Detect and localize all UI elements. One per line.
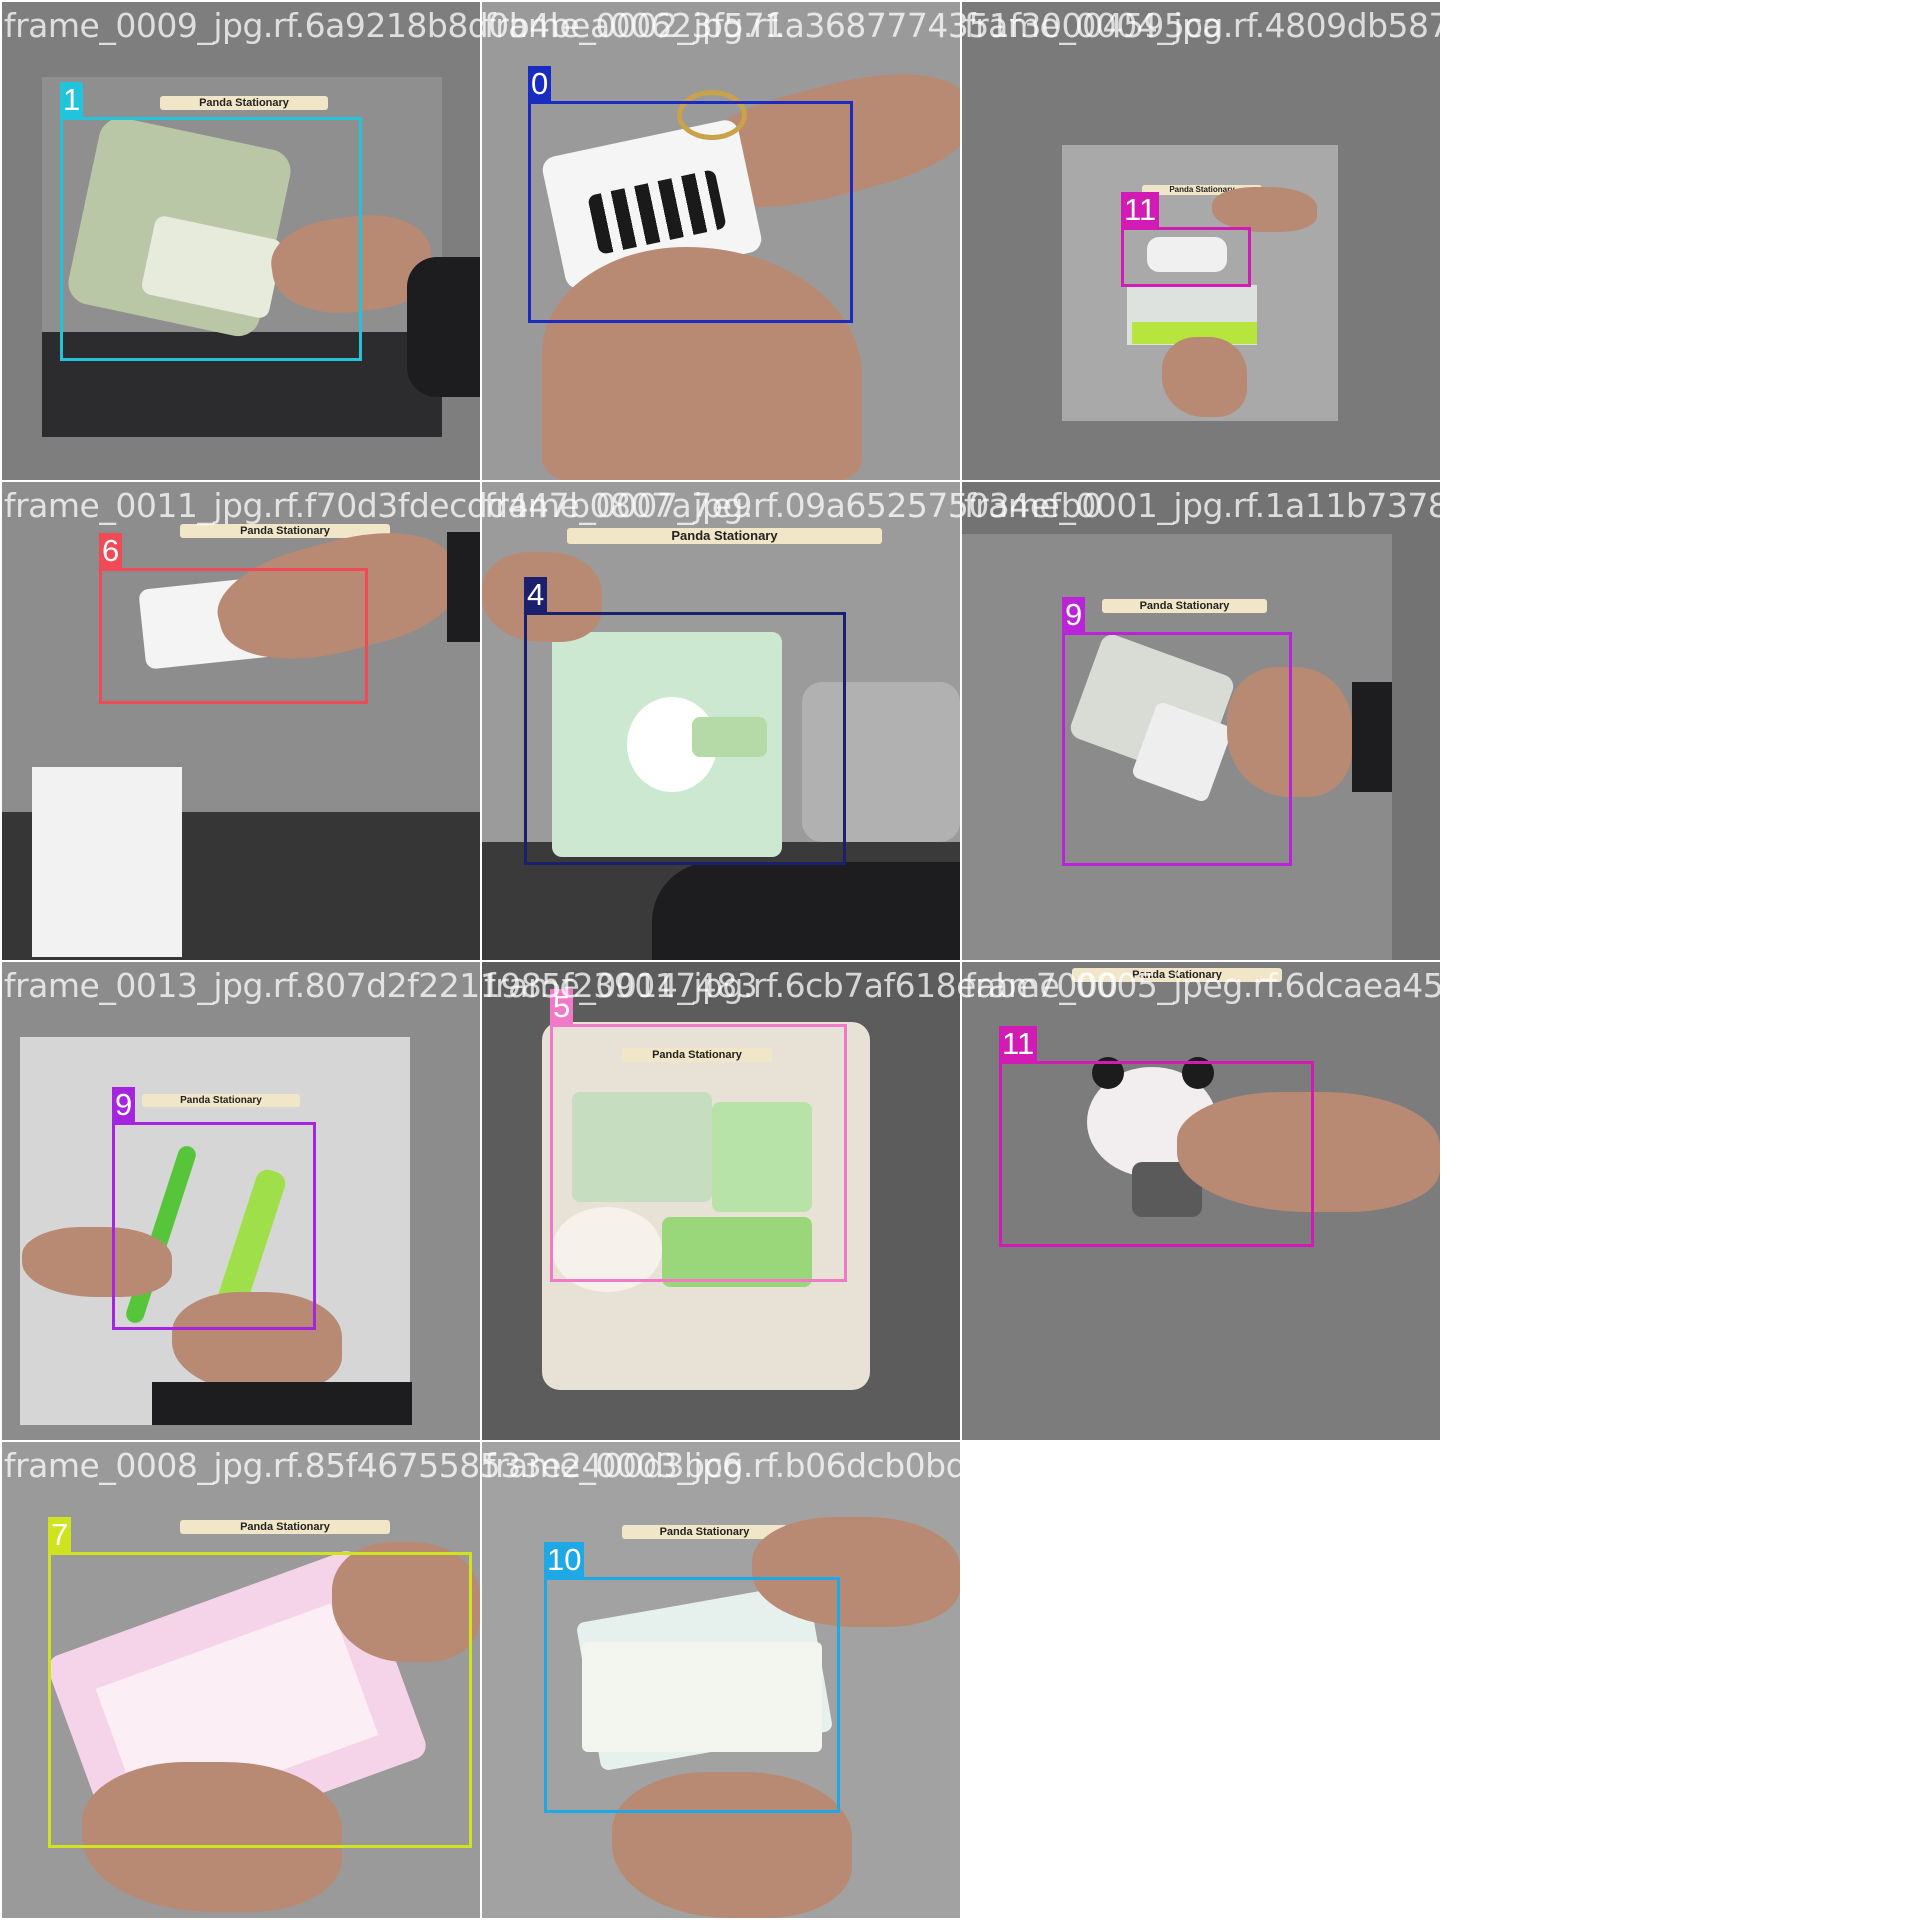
bounding-box[interactable]: [60, 117, 362, 361]
tile-7[interactable]: Panda Stationary 7: [2, 1442, 480, 1918]
bounding-box[interactable]: [1121, 227, 1251, 287]
bounding-box[interactable]: [48, 1552, 472, 1848]
tile-11b[interactable]: Panda Stationary 11: [962, 962, 1440, 1440]
class-label: 9: [1062, 597, 1086, 633]
detection-grid-page: { "grid": { "tiles": [ { "filename": "fr…: [0, 0, 1920, 1920]
tile-4[interactable]: Panda Stationary 4: [482, 482, 960, 960]
bounding-box[interactable]: [99, 568, 368, 704]
banner-tag: Panda Stationary: [160, 96, 328, 110]
bounding-box[interactable]: [524, 612, 846, 865]
sleeve: [1352, 682, 1392, 792]
bounding-box[interactable]: [999, 1061, 1314, 1247]
tile-9[interactable]: Panda Stationary 9: [962, 482, 1440, 960]
bounding-box[interactable]: [1062, 632, 1292, 866]
banner-tag: Panda Stationary: [1102, 599, 1267, 613]
banner-tag: Panda Stationary: [180, 1520, 390, 1534]
product-box: [32, 767, 182, 957]
tile-5[interactable]: Panda Stationary 5: [482, 962, 960, 1440]
class-label: 7: [48, 1517, 72, 1553]
class-label: 11: [1121, 192, 1160, 228]
bounding-box[interactable]: [112, 1122, 316, 1330]
filename-label: frame_0001_jpg.rf.1a11b7378bf2a198004645: [964, 486, 1705, 525]
class-label: 6: [99, 533, 123, 569]
sleeve: [447, 532, 480, 642]
bounding-box[interactable]: [550, 1024, 847, 1282]
tile-6[interactable]: Panda Stationary 6: [2, 482, 480, 960]
class-label: 10: [544, 1542, 585, 1578]
sleeve: [152, 1382, 412, 1425]
bounding-box[interactable]: [528, 101, 853, 323]
banner-tag: Panda Stationary: [622, 1525, 787, 1539]
class-label: 1: [60, 82, 84, 118]
banner-tag: Panda Stationary: [567, 528, 882, 544]
class-label: 9: [112, 1087, 136, 1123]
sleeve: [407, 257, 480, 397]
bounding-box[interactable]: [544, 1577, 840, 1813]
class-label: 11: [999, 1026, 1038, 1062]
tile-10[interactable]: Panda Stationary 10: [482, 1442, 960, 1918]
class-label: 4: [524, 577, 548, 613]
banner-tag: Panda Stationary: [142, 1094, 300, 1107]
tile-0[interactable]: 0: [482, 2, 960, 480]
class-label: 0: [528, 66, 552, 102]
filename-label: frame_0004_jpg.rf.4809db587012293e7d941b: [964, 6, 1715, 45]
hand: [1212, 187, 1317, 232]
tile-11[interactable]: Panda Stationary 11: [962, 2, 1440, 480]
tile-9b[interactable]: Panda Stationary 9: [2, 962, 480, 1440]
sleeve: [652, 862, 960, 960]
tile-1[interactable]: Panda Stationary 1: [2, 2, 480, 480]
hand-bottom: [1162, 337, 1247, 417]
filename-label: frame_0003_jpg.rf.b06dcb0bd3f68e080d4694: [484, 1446, 1223, 1485]
filename-label: frame_0005_jpeg.rf.6dcaea4564a36ab61d42a…: [964, 966, 1725, 1005]
